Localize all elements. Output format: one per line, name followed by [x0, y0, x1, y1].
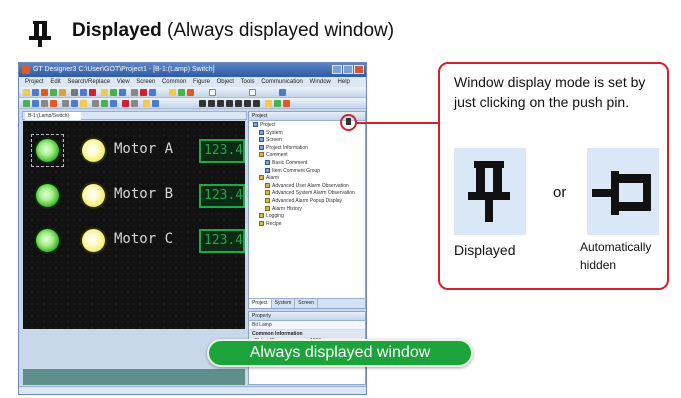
app-titlebar: GT Designer3 C:\User\GOT\Project1 - [B-1… — [19, 63, 366, 77]
alarm-icon — [265, 205, 270, 211]
yellow-lamp-c[interactable] — [82, 229, 105, 252]
tree-item: Item Comment Group — [253, 167, 365, 176]
property-category[interactable]: Common Information — [249, 330, 365, 338]
tree-item: Recipe — [253, 220, 365, 229]
app-window-title: GT Designer3 C:\User\GOT\Project1 - [B-1… — [33, 66, 215, 73]
page-title-rest: (Always displayed window) — [167, 20, 395, 41]
close-button[interactable] — [354, 65, 364, 74]
caption-automatically-hidden: Automatically hidden — [580, 240, 652, 272]
tree-item: Alarm History — [253, 205, 365, 214]
pushpin-mini-icon — [346, 118, 351, 125]
document-tab[interactable]: B-1:(Lamp/Switch) — [25, 112, 81, 120]
pushpin-hidden-tile — [587, 148, 659, 235]
green-lamp-c[interactable] — [36, 229, 59, 252]
system-icon — [259, 129, 264, 135]
or-text: or — [553, 184, 567, 201]
maximize-button[interactable] — [343, 65, 353, 74]
green-lamp-b[interactable] — [36, 184, 59, 207]
project-panel: Project Project System Screen Project In… — [248, 111, 366, 309]
page-title-bold: Displayed — [72, 20, 162, 41]
tree-item: Project Information — [253, 144, 365, 153]
toolbar-1[interactable] — [19, 87, 366, 98]
status-bar — [19, 386, 366, 394]
numeric-display-b[interactable]: 123.4 — [199, 184, 245, 208]
project-tree[interactable]: Project System Screen Project Informatio… — [249, 121, 365, 228]
numeric-display-c[interactable]: 123.4 — [199, 229, 245, 253]
info-icon — [259, 144, 264, 150]
caption-displayed: Displayed — [454, 242, 516, 258]
yellow-lamp-a[interactable] — [82, 139, 105, 162]
canvas-bottom-strip — [23, 369, 245, 385]
green-lamp-a[interactable] — [36, 139, 59, 162]
document-tab-bar: B-1:(Lamp/Switch) — [22, 111, 247, 120]
alarm-icon — [265, 182, 270, 188]
yellow-lamp-b[interactable] — [82, 184, 105, 207]
property-panel-title: Property — [249, 312, 365, 321]
toolbar-2[interactable] — [19, 98, 366, 109]
property-subject[interactable]: Bit Lamp — [249, 321, 365, 330]
pushpin-hidden-large-icon — [592, 171, 651, 215]
folder-icon — [259, 213, 264, 219]
callout-box: Window display mode is set by just click… — [438, 62, 669, 290]
tab-project[interactable]: Project — [249, 299, 272, 308]
folder-icon — [259, 175, 264, 181]
tree-item: Advanced System Alarm Observation — [253, 190, 365, 198]
page-title: Displayed (Always displayed window) — [72, 20, 394, 42]
screen-editor-canvas[interactable]: Motor A Motor B Motor C 123.4 123.4 123.… — [23, 121, 245, 329]
motor-label-b: Motor B — [114, 186, 174, 202]
motor-label-a: Motor A — [114, 141, 174, 157]
tree-item: Comment — [253, 152, 365, 160]
comment-icon — [265, 159, 270, 165]
tree-item: Logging — [253, 213, 365, 221]
folder-icon — [259, 220, 264, 226]
motor-label-c: Motor C — [114, 231, 174, 247]
comment-icon — [265, 167, 270, 173]
project-panel-tabs: Project System Screen — [249, 298, 365, 308]
folder-icon — [259, 152, 264, 158]
tab-system[interactable]: System — [272, 299, 296, 308]
alarm-icon — [265, 197, 270, 203]
tab-screen[interactable]: Screen — [295, 299, 319, 308]
app-logo-icon — [22, 66, 30, 74]
pushpin-highlight-marker[interactable] — [340, 114, 357, 131]
tree-item: Basic Comment — [253, 159, 365, 168]
project-icon — [253, 122, 258, 127]
pushpin-displayed-large-icon — [468, 161, 510, 222]
menubar[interactable]: Project Edit Search/Replace View Screen … — [19, 77, 366, 87]
screen-icon — [259, 137, 264, 143]
tree-item: Alarm — [253, 175, 365, 183]
numeric-display-a[interactable]: 123.4 — [199, 139, 245, 163]
callout-connector-line — [356, 122, 438, 124]
minimize-button[interactable] — [332, 65, 342, 74]
alarm-icon — [265, 190, 270, 196]
callout-text: Window display mode is set by just click… — [454, 74, 646, 110]
tree-item: Advanced Alarm Popup Display — [253, 197, 365, 206]
tree-item: Screen — [253, 137, 365, 145]
tree-item: Advanced User Alarm Observation — [253, 182, 365, 191]
always-displayed-window-label: Always displayed window — [207, 339, 473, 367]
pushpin-displayed-icon — [29, 21, 51, 47]
pushpin-displayed-tile — [454, 148, 526, 235]
